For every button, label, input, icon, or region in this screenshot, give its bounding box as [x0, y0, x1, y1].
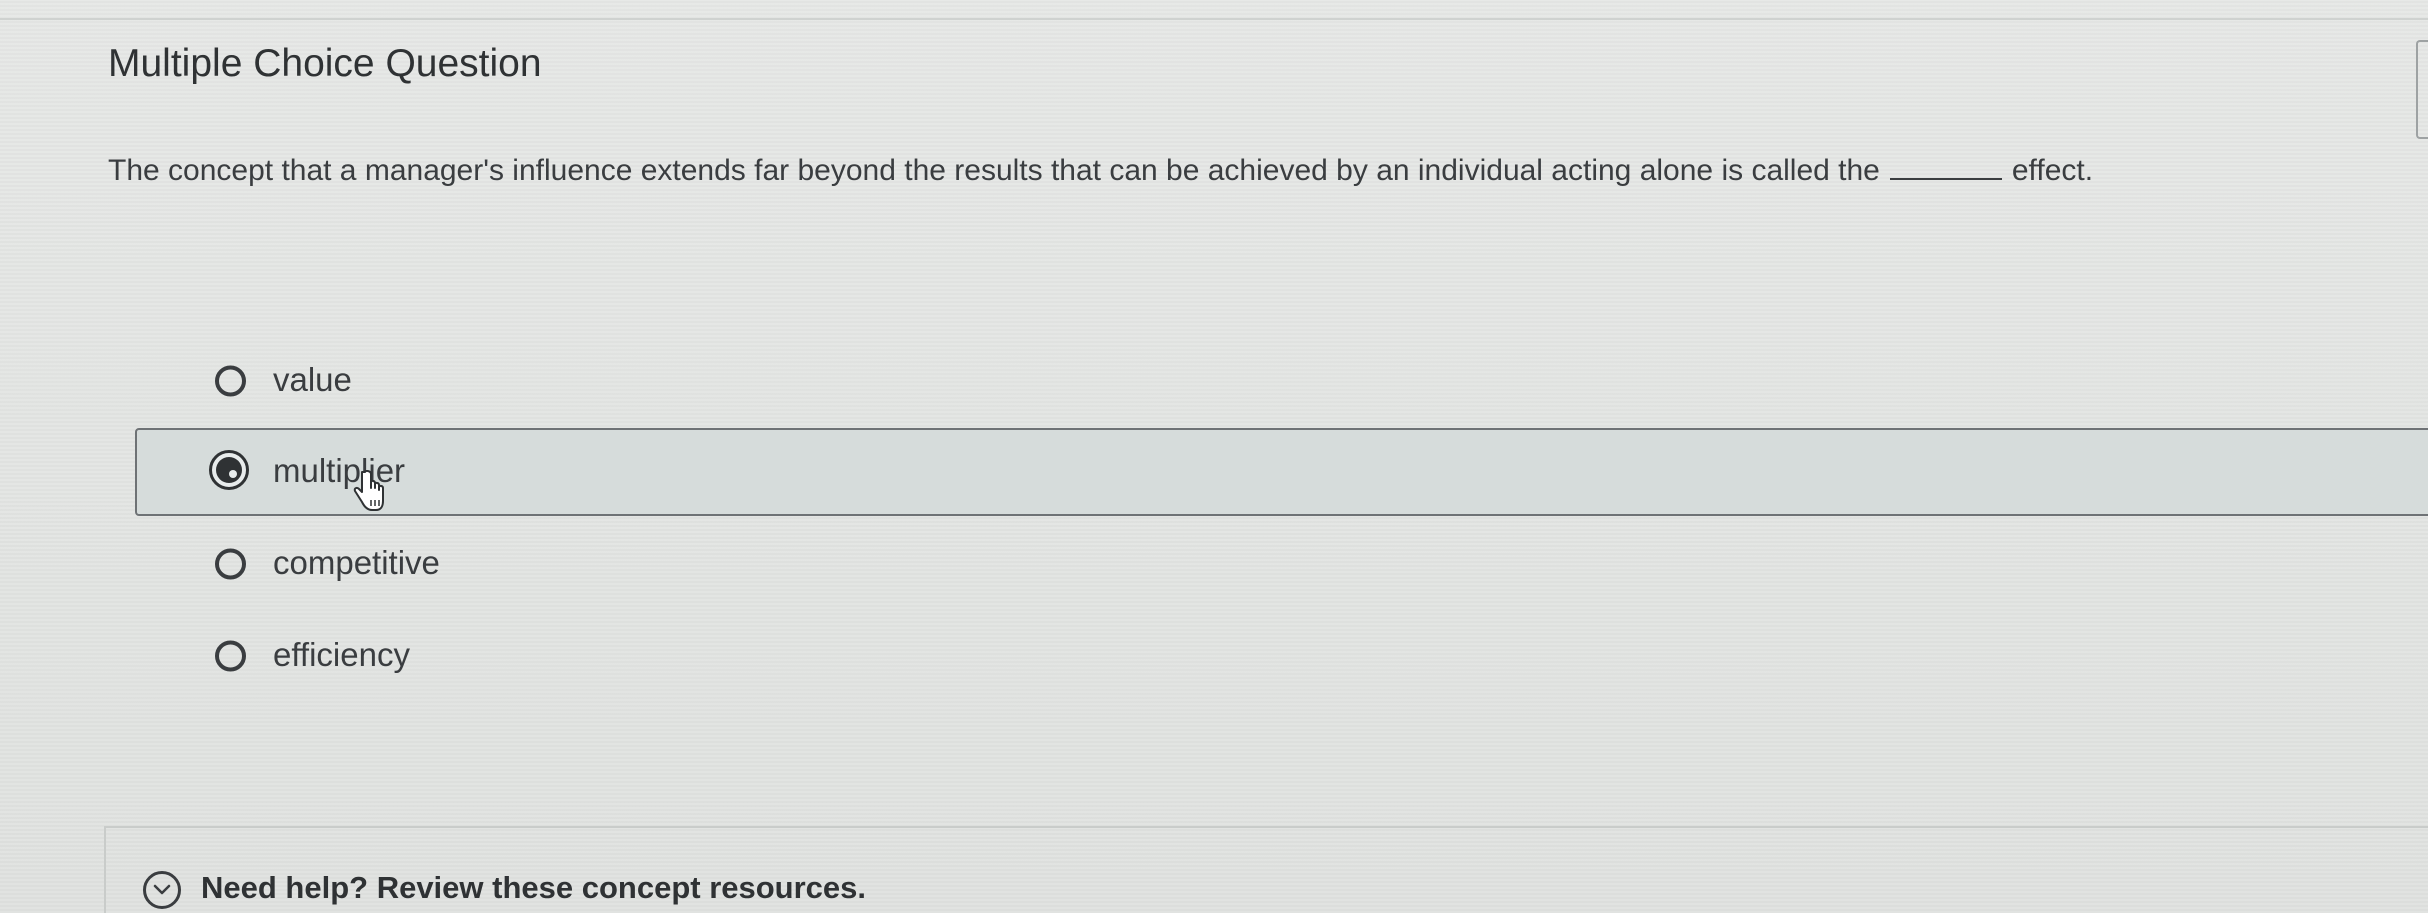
side-panel-tab[interactable]: [2416, 40, 2428, 139]
answer-option-value[interactable]: value: [0, 351, 2428, 411]
help-resources-toggle[interactable]: Need help? Review these concept resource…: [201, 870, 866, 906]
answer-option-efficiency[interactable]: efficiency: [0, 626, 2428, 686]
answer-option-label: efficiency: [273, 636, 410, 674]
question-type-title: Multiple Choice Question: [108, 42, 542, 85]
answer-option-label: value: [273, 361, 352, 399]
question-text-before: The concept that a manager's influence e…: [108, 154, 1880, 187]
radio-button[interactable]: [215, 365, 246, 397]
radio-button[interactable]: [215, 548, 246, 580]
hand-pointer-cursor-icon: [352, 469, 386, 514]
top-divider: [0, 18, 2428, 20]
radio-button[interactable]: [215, 640, 246, 672]
answer-option-competitive[interactable]: competitive: [0, 534, 2428, 594]
question-text-after: effect.: [2011, 154, 2094, 187]
quiz-page: Multiple Choice Question The concept tha…: [0, 0, 2428, 913]
chevron-down-circle-icon[interactable]: [143, 871, 181, 909]
answer-option-label: competitive: [273, 544, 440, 582]
answer-blank: [1889, 148, 2002, 180]
question-prompt: The concept that a manager's influence e…: [108, 148, 2093, 188]
